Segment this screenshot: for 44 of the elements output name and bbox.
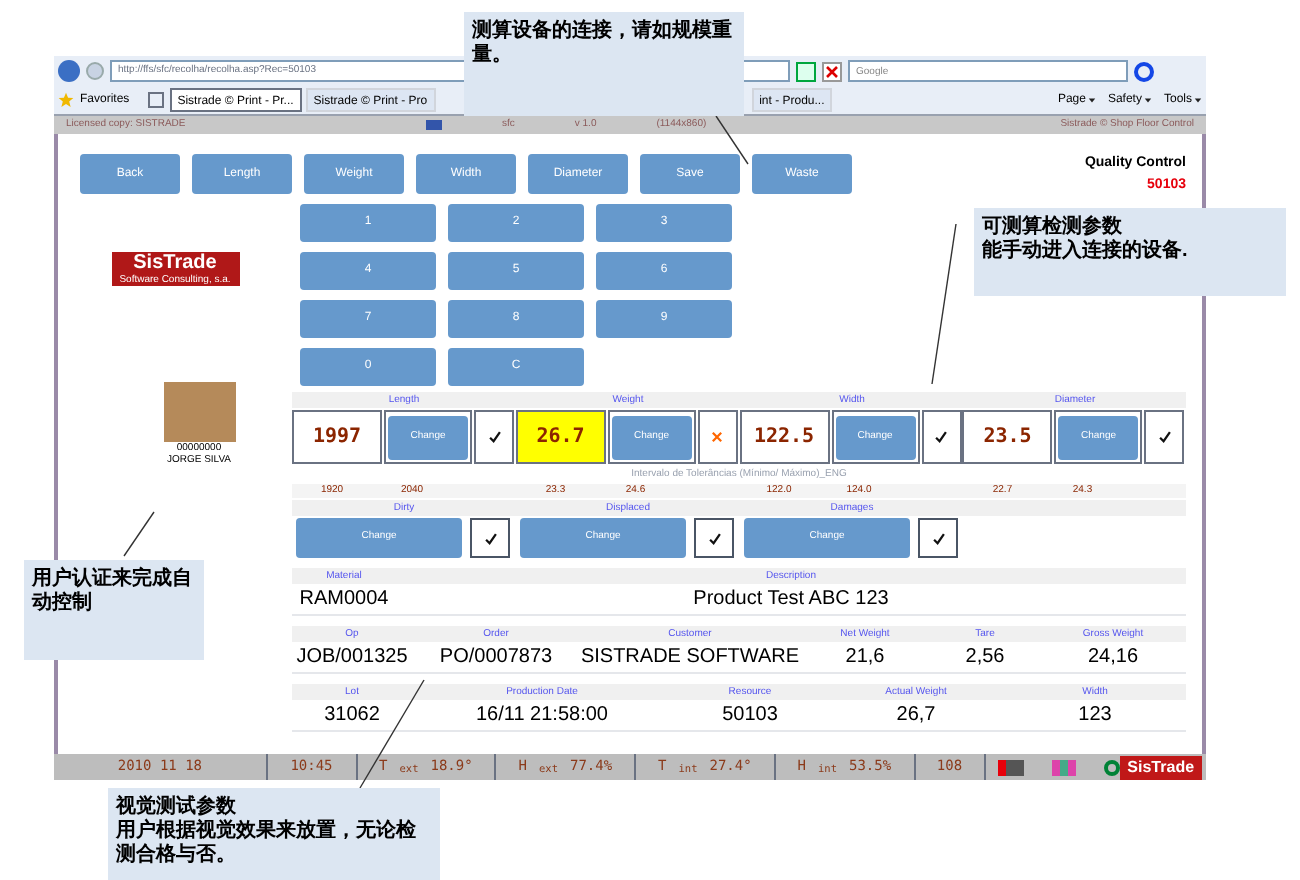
callout-text: 测合格与否。 xyxy=(116,844,238,868)
field-value: 50103 xyxy=(720,702,780,730)
callout-text: 测算设备的连接，请如规模重 xyxy=(472,20,734,44)
digital-reading: 26.7 xyxy=(515,410,606,464)
close-icon[interactable] xyxy=(822,61,842,81)
digital-reading: 122.5 xyxy=(739,410,829,464)
search-icon[interactable] xyxy=(1134,61,1154,81)
digital-reading: 23.5 xyxy=(962,410,1053,464)
flag-icon xyxy=(426,120,442,130)
field-value: 21,6 xyxy=(843,644,887,672)
field-value: SISTRADE SOFTWARE xyxy=(580,644,800,672)
callout-text: 视觉测试参数 xyxy=(116,796,238,818)
field-value: 16/11 21:58:00 xyxy=(474,702,610,730)
caret-icon xyxy=(1143,96,1152,104)
field-value: RAM0004 xyxy=(297,586,391,614)
field-value: 26,7 xyxy=(894,702,938,730)
callout-text: 动控制 xyxy=(32,592,94,616)
star-icon xyxy=(58,92,74,108)
field-value: 24,16 xyxy=(1085,644,1141,672)
back-icon[interactable] xyxy=(58,60,80,82)
field-value: JOB/001325 xyxy=(294,644,410,672)
caret-icon xyxy=(1087,96,1096,104)
checkbox[interactable] xyxy=(694,518,734,558)
leader-line xyxy=(123,511,155,557)
callout-text: 可测算检测参数 xyxy=(982,216,1124,239)
checkbox[interactable] xyxy=(470,518,510,558)
digital-reading: 1997 xyxy=(292,410,382,464)
field-value: 31062 xyxy=(322,702,382,730)
check-icon xyxy=(931,531,945,545)
check-icon xyxy=(483,531,497,545)
check-icon xyxy=(707,531,721,545)
field-value: Product Test ABC 123 xyxy=(691,586,891,614)
leader-line xyxy=(715,115,749,165)
caret-icon xyxy=(1194,96,1202,104)
callout-text: 用户认证来完成自 xyxy=(32,568,194,591)
callout-text: 能手动进入连接的设备. xyxy=(982,240,1190,264)
checkbox[interactable] xyxy=(918,518,958,558)
sistrade-logo: SisTrade xyxy=(1119,755,1203,779)
field-value: 2,56 xyxy=(963,644,1007,672)
field-value: PO/0007873 xyxy=(437,644,555,672)
field-value: 123 xyxy=(1076,702,1114,730)
grid-icon[interactable] xyxy=(147,92,164,108)
photo-placeholder xyxy=(163,382,235,442)
callout-text: 用户根据视觉效果来放置，无论检 xyxy=(116,820,418,843)
